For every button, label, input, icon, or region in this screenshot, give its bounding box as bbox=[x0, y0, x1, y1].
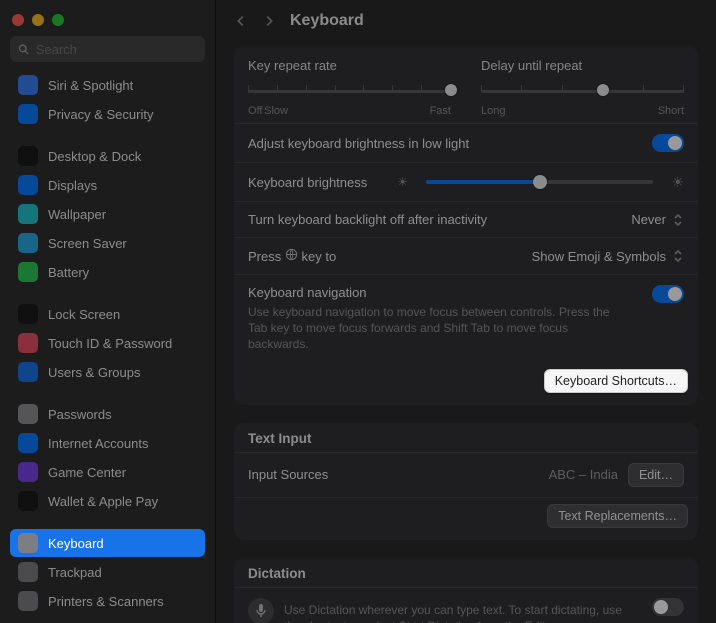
sidebar-item-users-groups[interactable]: Users & Groups bbox=[10, 358, 205, 386]
sidebar-icon bbox=[18, 591, 38, 611]
sidebar-item-label: Trackpad bbox=[48, 565, 102, 580]
delay-slider[interactable] bbox=[481, 81, 684, 101]
sidebar-item-label: Wallpaper bbox=[48, 207, 106, 222]
search-icon bbox=[18, 43, 30, 56]
titlebar: Keyboard bbox=[216, 0, 716, 40]
text-input-card: Text Input Input Sources ABC – India Edi… bbox=[234, 423, 698, 540]
brightness-slider[interactable] bbox=[426, 173, 653, 191]
press-key-label: Press key to bbox=[248, 248, 336, 264]
sidebar-item-label: Printers & Scanners bbox=[48, 594, 164, 609]
key-repeat-slider[interactable] bbox=[248, 81, 451, 101]
sidebar-item-label: Battery bbox=[48, 265, 89, 280]
sidebar-item-touch-id-password[interactable]: Touch ID & Password bbox=[10, 329, 205, 357]
sidebar-icon bbox=[18, 433, 38, 453]
sidebar-icon bbox=[18, 175, 38, 195]
search-input[interactable] bbox=[36, 42, 197, 57]
sidebar-item-privacy-security[interactable]: Privacy & Security bbox=[10, 100, 205, 128]
auto-brightness-label: Adjust keyboard brightness in low light bbox=[248, 136, 469, 151]
sidebar-item-battery[interactable]: Battery bbox=[10, 258, 205, 286]
window-controls bbox=[0, 6, 215, 32]
dictation-card: Dictation Use Dictation wherever you can… bbox=[234, 558, 698, 623]
sidebar-item-wallet-apple-pay[interactable]: Wallet & Apple Pay bbox=[10, 487, 205, 515]
key-repeat-label: Key repeat rate bbox=[248, 58, 451, 73]
sidebar-icon bbox=[18, 333, 38, 353]
forward-button[interactable] bbox=[262, 14, 276, 28]
sidebar-icon bbox=[18, 362, 38, 382]
brightness-high-icon: ☀︎ bbox=[671, 174, 684, 191]
page-title: Keyboard bbox=[290, 12, 364, 30]
kbnav-desc: Use keyboard navigation to move focus be… bbox=[248, 304, 628, 353]
input-sources-value: ABC – India bbox=[549, 467, 618, 482]
sidebar-item-label: Wallet & Apple Pay bbox=[48, 494, 158, 509]
text-replacements-button[interactable]: Text Replacements… bbox=[547, 504, 688, 528]
sidebar-item-label: Siri & Spotlight bbox=[48, 78, 133, 93]
sidebar-item-label: Game Center bbox=[48, 465, 126, 480]
close-button[interactable] bbox=[12, 14, 24, 26]
sidebar-item-label: Displays bbox=[48, 178, 97, 193]
minimize-button[interactable] bbox=[32, 14, 44, 26]
microphone-icon bbox=[248, 598, 274, 623]
kbnav-label: Keyboard navigation bbox=[248, 285, 628, 300]
sidebar-icon bbox=[18, 462, 38, 482]
sidebar-item-siri-spotlight[interactable]: Siri & Spotlight bbox=[10, 71, 205, 99]
sidebar-item-desktop-dock[interactable]: Desktop & Dock bbox=[10, 142, 205, 170]
sidebar-icon bbox=[18, 204, 38, 224]
keyboard-settings-card: Key repeat rate Off Slow Fast bbox=[234, 46, 698, 405]
sidebar-item-label: Desktop & Dock bbox=[48, 149, 141, 164]
sidebar-item-displays[interactable]: Displays bbox=[10, 171, 205, 199]
sidebar-icon bbox=[18, 75, 38, 95]
input-sources-label: Input Sources bbox=[248, 467, 328, 482]
sidebar-item-game-center[interactable]: Game Center bbox=[10, 458, 205, 486]
text-input-heading: Text Input bbox=[234, 423, 698, 452]
sidebar-item-printers-scanners[interactable]: Printers & Scanners bbox=[10, 587, 205, 615]
backlight-off-label: Turn keyboard backlight off after inacti… bbox=[248, 212, 487, 227]
sidebar-item-label: Screen Saver bbox=[48, 236, 127, 251]
brightness-label: Keyboard brightness bbox=[248, 175, 367, 190]
sidebar-icon bbox=[18, 304, 38, 324]
kbnav-toggle[interactable] bbox=[652, 285, 684, 303]
search-field[interactable] bbox=[10, 36, 205, 62]
sidebar-item-internet-accounts[interactable]: Internet Accounts bbox=[10, 429, 205, 457]
sidebar-item-label: Lock Screen bbox=[48, 307, 120, 322]
fullscreen-button[interactable] bbox=[52, 14, 64, 26]
sidebar-item-passwords[interactable]: Passwords bbox=[10, 400, 205, 428]
brightness-low-icon: ☀︎ bbox=[397, 175, 408, 189]
input-sources-edit-button[interactable]: Edit… bbox=[628, 463, 684, 487]
sidebar-item-label: Touch ID & Password bbox=[48, 336, 172, 351]
keyboard-shortcuts-button[interactable]: Keyboard Shortcuts… bbox=[544, 369, 688, 393]
sidebar-icon bbox=[18, 146, 38, 166]
sidebar-item-label: Users & Groups bbox=[48, 365, 140, 380]
sidebar-icon bbox=[18, 262, 38, 282]
sidebar-item-screen-saver[interactable]: Screen Saver bbox=[10, 229, 205, 257]
sidebar-item-wallpaper[interactable]: Wallpaper bbox=[10, 200, 205, 228]
globe-icon bbox=[285, 248, 298, 261]
sidebar-item-label: Keyboard bbox=[48, 536, 104, 551]
auto-brightness-toggle[interactable] bbox=[652, 134, 684, 152]
sidebar-icon bbox=[18, 404, 38, 424]
sidebar-item-lock-screen[interactable]: Lock Screen bbox=[10, 300, 205, 328]
sidebar-item-trackpad[interactable]: Trackpad bbox=[10, 558, 205, 586]
sidebar-item-label: Privacy & Security bbox=[48, 107, 153, 122]
press-key-select[interactable]: Show Emoji & Symbols bbox=[532, 249, 684, 264]
sidebar-icon bbox=[18, 491, 38, 511]
sidebar-item-keyboard[interactable]: Keyboard bbox=[10, 529, 205, 557]
sidebar: Siri & Spotlight Privacy & Security Deskto… bbox=[0, 0, 216, 623]
dictation-toggle[interactable] bbox=[652, 598, 684, 616]
backlight-off-select[interactable]: Never bbox=[631, 212, 684, 227]
sidebar-icon bbox=[18, 562, 38, 582]
dictation-heading: Dictation bbox=[234, 558, 698, 587]
delay-label: Delay until repeat bbox=[481, 58, 684, 73]
sidebar-icon bbox=[18, 533, 38, 553]
main-pane: Keyboard Key repeat rate bbox=[216, 0, 716, 623]
sidebar-item-label: Passwords bbox=[48, 407, 112, 422]
sidebar-item-label: Internet Accounts bbox=[48, 436, 148, 451]
sidebar-icon bbox=[18, 104, 38, 124]
dictation-desc: Use Dictation wherever you can type text… bbox=[284, 602, 624, 623]
back-button[interactable] bbox=[234, 14, 248, 28]
sidebar-icon bbox=[18, 233, 38, 253]
